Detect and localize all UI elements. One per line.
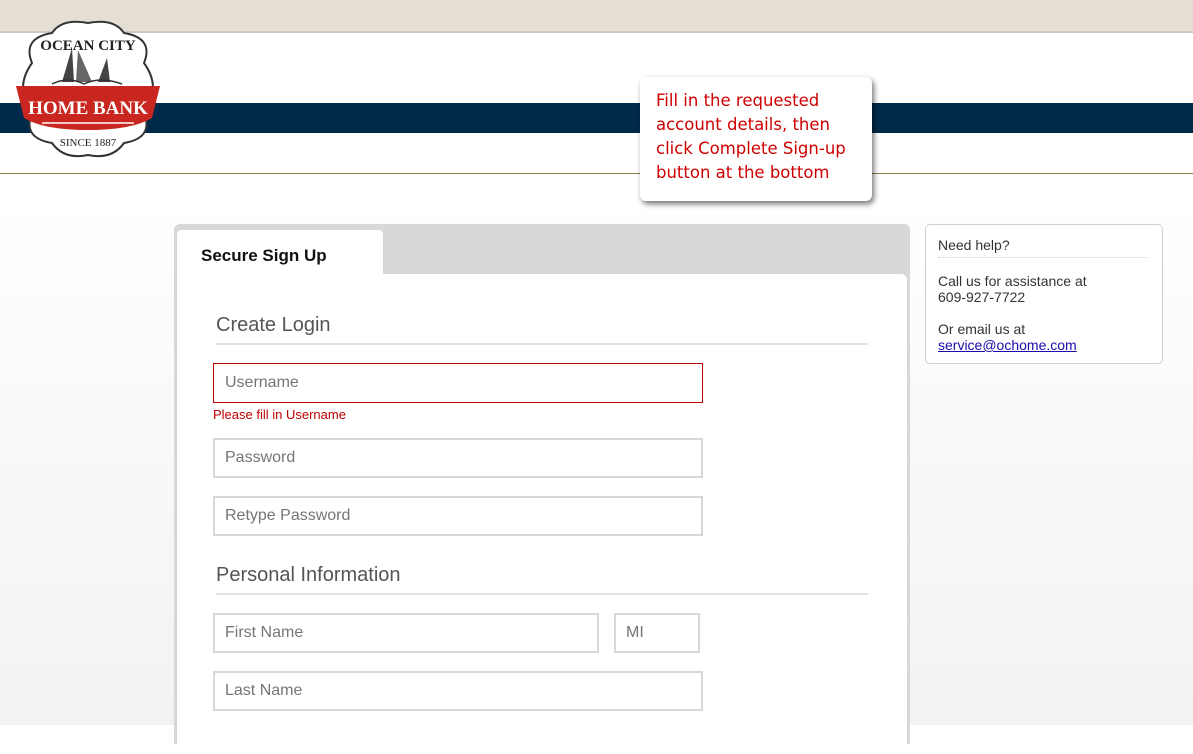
signup-form: Create Login Please fill in Username Per… [177,274,907,754]
username-input[interactable] [213,363,703,403]
header-navy-band [0,103,1193,133]
retype-password-input[interactable] [213,496,703,536]
username-error-message: Please fill in Username [213,407,346,422]
tooltip-line: Fill in the requested [656,91,820,110]
help-email-text: Or email us at [938,321,1026,337]
tooltip-line: click Complete Sign-up [656,139,846,158]
logo-since-text: SINCE 1887 [60,137,117,149]
browser-top-bar [0,0,1193,33]
middle-initial-input[interactable] [614,613,700,653]
first-name-input[interactable] [213,613,599,653]
instruction-tooltip: Fill in the requested account details, t… [640,77,872,201]
logo-top-text: OCEAN CITY [40,38,136,54]
tooltip-line: account details, then [656,115,830,134]
site-header: OCEAN CITY HOME BANK SINCE 1887 [0,20,1193,174]
help-email-link[interactable]: service@ochome.com [938,337,1077,353]
bank-logo[interactable]: OCEAN CITY HOME BANK SINCE 1887 [12,18,164,160]
help-box: Need help? Call us for assistance at 609… [925,224,1163,364]
last-name-input[interactable] [213,671,703,711]
signup-panel: Secure Sign Up Create Login Please fill … [174,224,910,754]
help-title: Need help? [938,237,1148,258]
password-input[interactable] [213,438,703,478]
help-call-text: Call us for assistance at [938,273,1087,289]
help-phone: 609-927-7722 [938,289,1026,305]
create-login-heading: Create Login [216,314,868,345]
tooltip-line: button at the bottom [656,163,830,182]
personal-information-heading: Personal Information [216,564,868,595]
tab-secure-sign-up[interactable]: Secure Sign Up [177,230,383,276]
logo-name-text: HOME BANK [28,98,148,119]
